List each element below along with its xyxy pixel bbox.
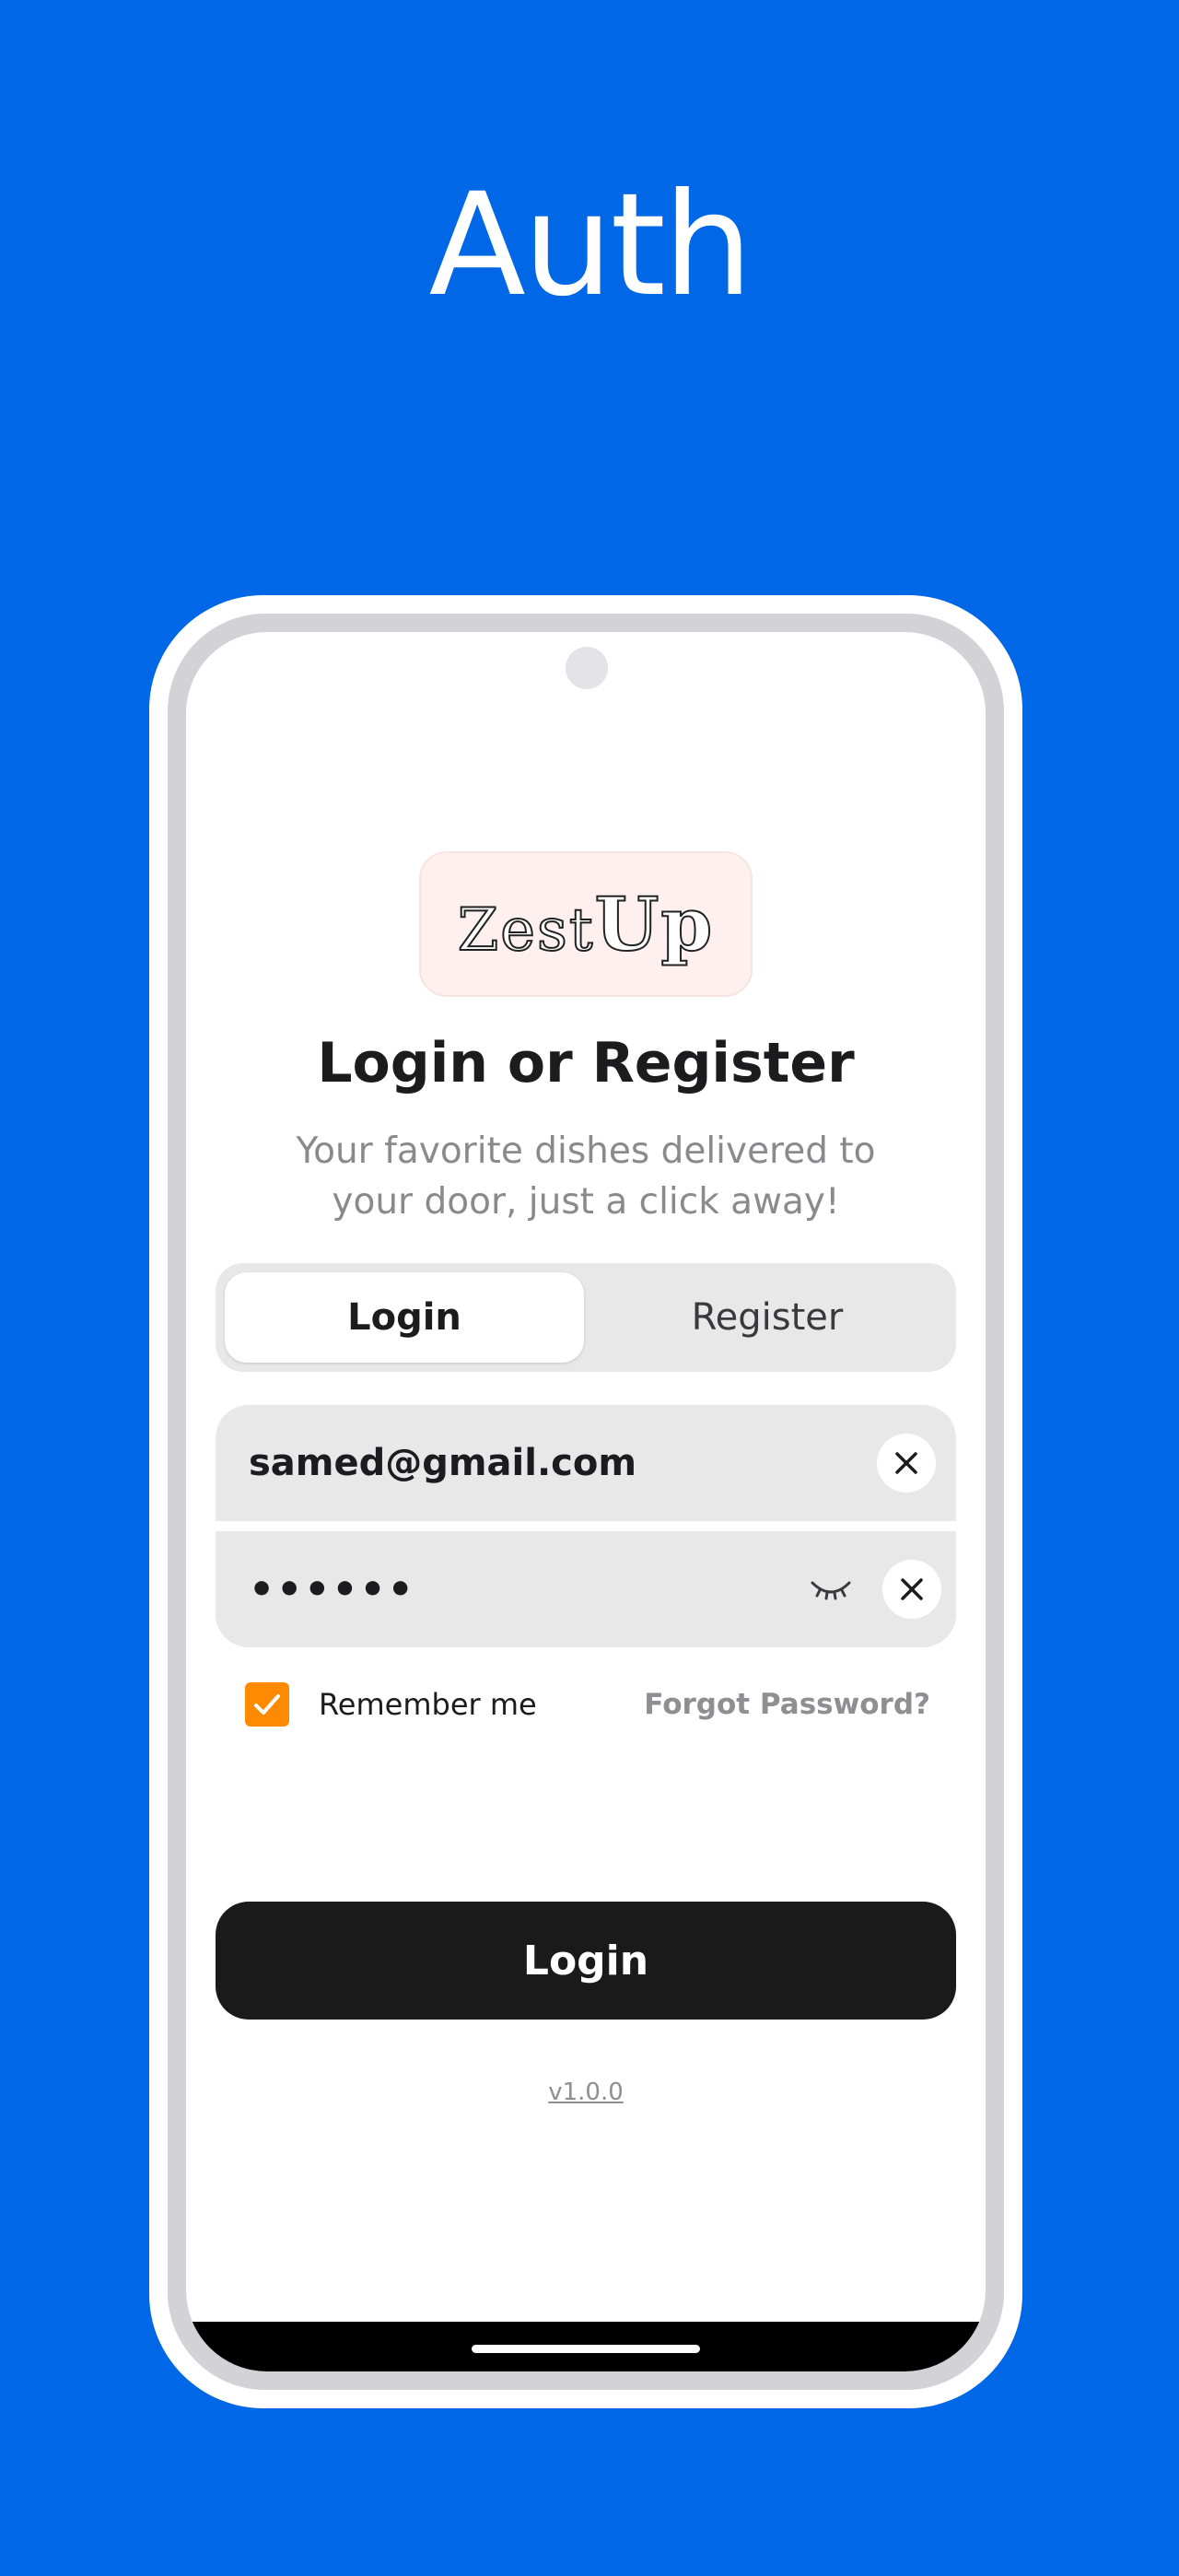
phone-bezel: ZestUp Login or Register Your favorite d…	[168, 614, 1004, 2390]
app-logo: ZestUp	[419, 851, 753, 997]
eye-closed-icon	[811, 1581, 851, 1600]
forgot-password-link[interactable]: Forgot Password?	[644, 1679, 930, 1730]
close-icon	[895, 1452, 917, 1474]
tab-login[interactable]: Login	[225, 1272, 584, 1363]
front-camera	[566, 647, 608, 689]
remember-me-label[interactable]: Remember me	[319, 1679, 537, 1730]
login-button[interactable]: Login	[216, 1902, 956, 2020]
phone-screen: ZestUp Login or Register Your favorite d…	[186, 632, 986, 2371]
logo-prefix: Zest	[457, 896, 595, 966]
screen-title: Login or Register	[317, 1031, 855, 1095]
home-indicator[interactable]	[472, 2345, 700, 2353]
screen-subtitle: Your favorite dishes delivered to your d…	[296, 1130, 876, 1223]
version-link[interactable]: v1.0.0	[186, 2078, 986, 2106]
email-field[interactable]	[249, 1405, 801, 1521]
password-field[interactable]	[249, 1531, 801, 1647]
page-headline: Auth	[428, 163, 753, 328]
remember-me-checkbox[interactable]	[245, 1682, 289, 1727]
close-icon	[901, 1578, 923, 1600]
clear-email-button[interactable]	[877, 1434, 936, 1493]
auth-mode-toggle: Login Register	[216, 1263, 956, 1372]
clear-password-button[interactable]	[882, 1560, 941, 1619]
logo-wordmark: ZestUp	[457, 880, 715, 968]
checkmark-icon	[254, 1694, 280, 1715]
toggle-password-visibility-button[interactable]	[805, 1568, 857, 1610]
password-field-container	[216, 1531, 956, 1647]
system-navigation-bar	[186, 2322, 986, 2371]
tab-register[interactable]: Register	[588, 1272, 947, 1363]
remember-row: Remember me Forgot Password?	[216, 1679, 956, 1734]
phone-frame: ZestUp Login or Register Your favorite d…	[149, 595, 1022, 2408]
email-field-container	[216, 1405, 956, 1521]
logo-suffix: Up	[594, 880, 715, 968]
